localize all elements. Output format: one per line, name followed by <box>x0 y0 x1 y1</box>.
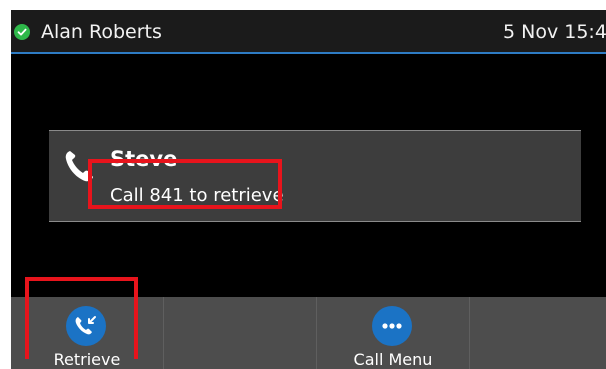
more-dots-icon <box>372 306 412 346</box>
empty-softkey-4[interactable] <box>470 297 606 369</box>
user-name: Alan Roberts <box>41 21 162 43</box>
status-bar: Alan Roberts 5 Nov 15:40 <box>11 10 606 54</box>
call-menu-label: Call Menu <box>353 350 433 369</box>
call-menu-softkey[interactable]: Call Menu <box>317 297 469 369</box>
date-time: 5 Nov 15:40 <box>503 21 606 43</box>
retrieve-softkey-highlight <box>25 277 138 359</box>
retrieve-hint-highlight <box>88 159 282 209</box>
empty-softkey-2[interactable] <box>164 297 316 369</box>
check-circle-icon <box>14 24 30 40</box>
